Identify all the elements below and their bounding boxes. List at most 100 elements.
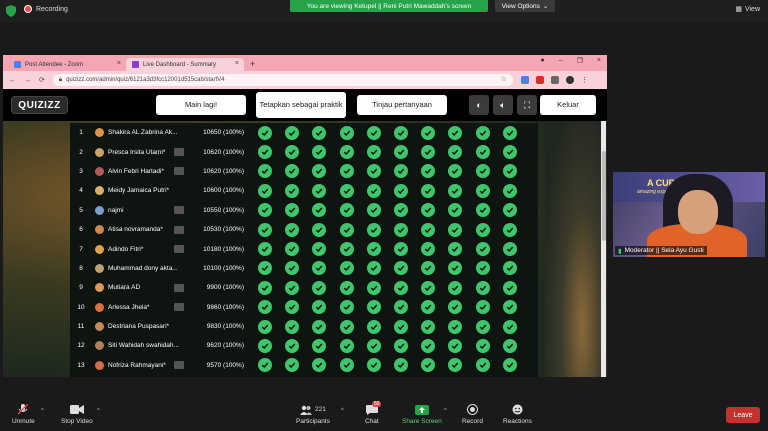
table-row[interactable]: 9 Mutiara AD 9900 (100%)	[70, 278, 538, 297]
correct-check-icon	[339, 338, 354, 353]
correct-check-icon	[421, 125, 436, 140]
rank: 2	[79, 148, 83, 156]
mail-icon[interactable]	[174, 148, 184, 157]
table-row[interactable]: 7 Adindo Fitri* 10180 (100%)	[70, 239, 538, 258]
correct-check-icon	[258, 280, 272, 295]
minimize-icon[interactable]: –	[559, 57, 563, 65]
correct-check-icon	[448, 222, 463, 237]
record-icon	[466, 404, 478, 415]
reactions-button[interactable]: Reactions	[503, 404, 532, 425]
recording-indicator[interactable]: Recording	[24, 5, 68, 13]
tab-label: Live Dashboard - Summary	[143, 61, 217, 68]
browser-window: Post Attendee - Zoom × Live Dashboard - …	[3, 55, 607, 377]
mail-icon[interactable]	[174, 225, 184, 234]
correct-check-icon	[475, 319, 490, 334]
chevron-up-icon[interactable]: ^	[444, 408, 447, 414]
table-row[interactable]: 6 Atisa novramanda* 10530 (100%)	[70, 220, 538, 239]
participant-video-tile[interactable]: A CUP O amazing experie ▮ Moderator || S…	[613, 172, 765, 257]
score: 9830 (100%)	[206, 323, 244, 331]
close-icon[interactable]: ×	[235, 60, 239, 67]
share-screen-icon	[414, 404, 429, 415]
correct-check-icon	[502, 280, 517, 295]
mail-icon[interactable]	[174, 206, 184, 215]
table-row[interactable]: 1 Shakira AL Zabrina Ak... 10650 (100%)	[70, 123, 538, 142]
star-icon[interactable]: ☆	[501, 75, 507, 83]
pdf-extension-icon[interactable]	[535, 76, 544, 84]
translate-icon[interactable]	[520, 76, 529, 84]
reload-icon[interactable]: ⟳	[39, 76, 45, 84]
answer-checks	[258, 338, 517, 353]
close-window-icon[interactable]: ×	[597, 57, 601, 65]
quizizz-logo: QUIZIZZ	[11, 96, 68, 114]
correct-check-icon	[421, 164, 436, 179]
tab-live-dashboard[interactable]: Live Dashboard - Summary ×	[126, 58, 244, 71]
avatar	[95, 244, 104, 254]
view-options-button[interactable]: View Options ⌄	[495, 0, 555, 12]
scrollbar[interactable]	[601, 121, 606, 377]
play-again-button[interactable]: Main lagi!	[156, 95, 246, 115]
mail-icon[interactable]	[174, 303, 184, 312]
table-row[interactable]: 10 Arlessa Jhela* 9860 (100%)	[70, 298, 538, 317]
correct-check-icon	[421, 338, 436, 353]
new-tab-icon[interactable]: +	[250, 59, 255, 69]
mail-icon[interactable]	[174, 283, 184, 292]
puzzle-icon[interactable]	[550, 76, 559, 84]
correct-check-icon	[366, 261, 381, 276]
scrollbar-thumb[interactable]	[601, 151, 606, 241]
table-row[interactable]: 2 Presca Irsita Utami* 10620 (100%)	[70, 142, 538, 161]
sound-icon[interactable]: 🔈︎	[493, 95, 513, 115]
chevron-up-icon[interactable]: ^	[97, 408, 100, 414]
mail-icon[interactable]	[174, 167, 184, 176]
record-button[interactable]: Record	[462, 404, 483, 425]
maximize-icon[interactable]: ❐	[577, 57, 583, 65]
fullscreen-icon[interactable]: ⛶	[517, 95, 537, 115]
exit-button[interactable]: Keluar	[540, 95, 596, 115]
unmute-button[interactable]: Unmute	[12, 404, 35, 425]
mail-icon[interactable]	[174, 245, 184, 254]
correct-check-icon	[475, 183, 490, 198]
table-row[interactable]: 5 najmi 10550 (100%)	[70, 201, 538, 220]
close-icon[interactable]: ×	[117, 60, 121, 67]
share-screen-button[interactable]: Share Screen	[402, 404, 442, 425]
chevron-down-icon: ⌄	[542, 3, 549, 10]
smiley-icon	[512, 404, 523, 415]
participants-button[interactable]: 221 Participants	[296, 404, 330, 425]
stop-video-button[interactable]: Stop Video	[61, 404, 93, 425]
forward-icon[interactable]: →	[24, 77, 31, 84]
correct-check-icon	[312, 183, 327, 198]
theme-icon[interactable]: ◐	[469, 95, 489, 115]
record-icon[interactable]: ●	[540, 57, 544, 65]
more-icon[interactable]: ⋮	[581, 76, 588, 84]
table-row[interactable]: 13 Nofriza Rahmayani* 9570 (100%)	[70, 356, 538, 375]
review-questions-button[interactable]: Tinjau pertanyaan	[357, 95, 447, 115]
set-practice-button[interactable]: Tetapkan sebagai praktik	[256, 92, 346, 118]
answer-checks	[258, 319, 517, 334]
correct-check-icon	[421, 261, 436, 276]
correct-check-icon	[475, 242, 490, 257]
profile-avatar[interactable]	[565, 76, 574, 84]
shield-icon[interactable]	[6, 5, 16, 17]
url-field[interactable]: 🔒︎ quizizz.com/admin/quiz/6121a3d3fcc120…	[52, 74, 513, 86]
leave-button[interactable]: Leave	[726, 407, 760, 423]
correct-check-icon	[475, 125, 490, 140]
correct-check-icon	[448, 125, 463, 140]
table-row[interactable]: 8 Muhammad dony akta... 10100 (100%)	[70, 259, 538, 278]
mail-icon[interactable]	[174, 361, 184, 370]
table-row[interactable]: 12 Siti Wahidah swahidah... 9620 (100%)	[70, 336, 538, 355]
score: 9570 (100%)	[206, 361, 244, 369]
correct-check-icon	[502, 222, 517, 237]
correct-check-icon	[502, 319, 517, 334]
chat-button[interactable]: 50 Chat	[365, 401, 382, 425]
chevron-up-icon[interactable]: ^	[41, 408, 44, 414]
view-button[interactable]: ▦ View	[735, 5, 760, 14]
correct-check-icon	[258, 319, 272, 334]
chevron-up-icon[interactable]: ^	[341, 408, 344, 414]
table-row[interactable]: 3 Alvin Febri Hartadi* 10620 (100%)	[70, 162, 538, 181]
back-icon[interactable]: ←	[9, 77, 16, 84]
avatar	[95, 302, 104, 312]
table-row[interactable]: 11 Destriana Puspasari* 9830 (100%)	[70, 317, 538, 336]
correct-check-icon	[339, 280, 354, 295]
tab-post-attendee[interactable]: Post Attendee - Zoom ×	[8, 58, 126, 71]
correct-check-icon	[393, 358, 408, 373]
table-row[interactable]: 4 Meidy Jamaica Putri* 10600 (100%)	[70, 181, 538, 200]
